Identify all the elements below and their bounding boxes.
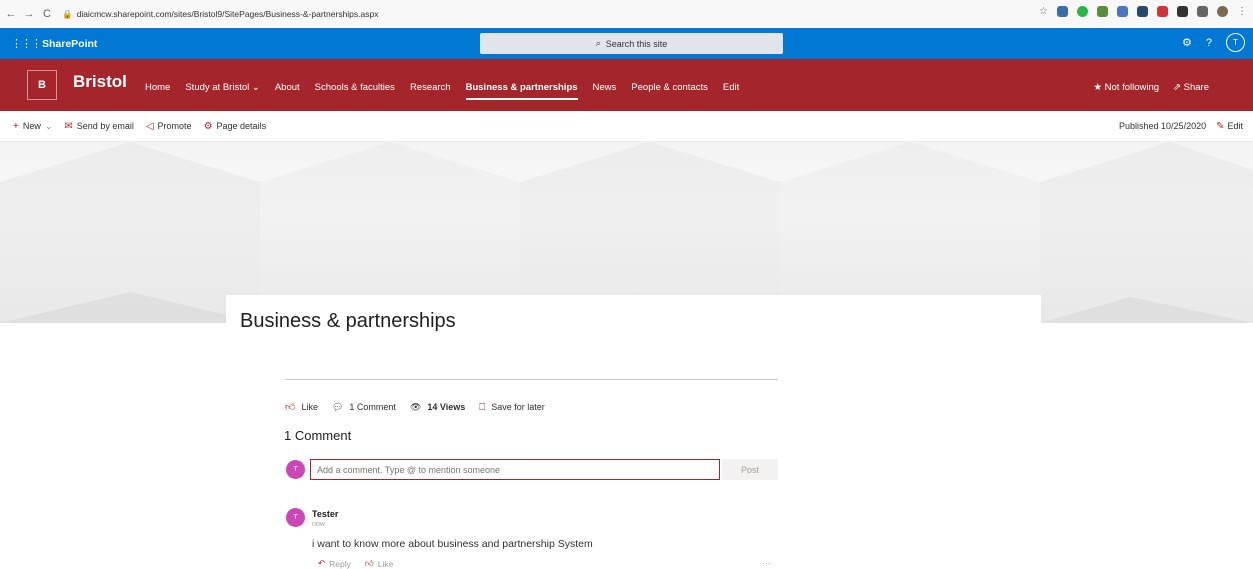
forward-icon[interactable]: → [22, 8, 36, 20]
nav-item-news[interactable]: News [593, 82, 617, 100]
share-label: Share [1183, 82, 1209, 93]
site-navigation: Home Study at Bristol ⌄ About Schools & … [145, 82, 739, 100]
nav-item-business-partnerships[interactable]: Business & partnerships [465, 82, 578, 100]
extension-icon[interactable] [1097, 6, 1108, 17]
settings-icon[interactable]: ⚙ [1182, 36, 1192, 49]
comment-actions: ↶ Reply 👍︎ Like [318, 558, 393, 569]
puzzle-icon[interactable] [1177, 6, 1188, 17]
site-logo[interactable]: B [27, 70, 57, 100]
bookmark-icon: ⎕ [479, 401, 486, 413]
edit-button[interactable]: ✎ Edit [1216, 121, 1243, 132]
star-icon[interactable]: ☆ [1039, 6, 1048, 17]
thumbs-up-icon: 👍︎ [364, 558, 374, 568]
search-box[interactable]: ⌕ Search this site [480, 33, 783, 54]
divider [285, 379, 778, 380]
back-icon[interactable]: ← [4, 8, 18, 20]
nav-item-edit[interactable]: Edit [723, 82, 739, 100]
lock-icon: 🔒 [62, 8, 73, 19]
share-button[interactable]: ⇗ Share [1173, 82, 1209, 93]
social-bar: 👍︎ Like 💬︎ 1 Comment 👁︎ 14 Views ⎕ Save for … [285, 401, 559, 414]
nav-item-about[interactable]: About [275, 82, 300, 100]
reading-list-icon[interactable] [1197, 6, 1208, 17]
chevron-down-icon: ⌄ [44, 120, 53, 131]
new-button[interactable]: + New ⌄ [13, 121, 52, 132]
address-bar[interactable]: 🔒 diaicmcw.sharepoint.com/sites/Bristol9… [62, 9, 378, 20]
search-icon: ⌕ [595, 38, 601, 48]
save-label: Save for later [491, 402, 545, 412]
mail-icon: ✉ [64, 120, 73, 132]
reply-icon: ↶ [318, 558, 326, 568]
page-details-label: Page details [216, 121, 267, 131]
gear-icon: ⚙ [203, 120, 213, 132]
follow-label: Not following [1104, 82, 1160, 93]
suite-bar: ⋮⋮⋮ SharePoint ⌕ Search this site ⚙ ? T [0, 28, 1253, 59]
nav-item-home[interactable]: Home [145, 82, 170, 100]
like-button[interactable]: 👍︎ Like [285, 401, 318, 413]
more-options-icon[interactable]: ··· [762, 558, 771, 568]
search-placeholder: Search this site [605, 38, 668, 49]
views-label: 14 Views [427, 402, 466, 412]
comment-icon: 💬︎ [331, 401, 344, 412]
send-by-email-label: Send by email [76, 121, 134, 131]
extension-icon[interactable] [1137, 6, 1148, 17]
megaphone-icon: ◁ [145, 120, 154, 132]
nav-item-people-contacts[interactable]: People & contacts [631, 82, 708, 100]
extensions-area: ☆ ⋮ [1039, 6, 1247, 17]
url-text: diaicmcw.sharepoint.com/sites/Bristol9/S… [76, 9, 379, 19]
comments-button[interactable]: 💬︎ 1 Comment [332, 402, 396, 413]
follow-button[interactable]: ★ Not following [1093, 82, 1159, 93]
avatar[interactable]: T [286, 508, 305, 527]
share-icon: ⇗ [1173, 82, 1181, 93]
star-icon: ★ [1093, 82, 1102, 93]
reload-icon[interactable]: C [40, 8, 54, 20]
edit-label: Edit [1227, 120, 1243, 131]
like-label: Like [301, 402, 318, 412]
thumbs-up-icon: 👍︎ [285, 402, 296, 413]
reply-label: Reply [329, 558, 351, 569]
comment-like-button[interactable]: 👍︎ Like [365, 558, 393, 569]
nav-item-label: Study at Bristol [185, 82, 250, 93]
comment-text: i want to know more about business and p… [312, 538, 593, 550]
user-avatar[interactable]: T [1226, 33, 1245, 52]
avatar: T [286, 460, 305, 479]
reply-button[interactable]: ↶ Reply [318, 558, 351, 569]
send-by-email-button[interactable]: ✉ Send by email [64, 121, 133, 132]
command-bar: + New ⌄ ✉ Send by email ◁ Promote ⚙ Page deta… [0, 111, 1253, 142]
page-details-button[interactable]: ⚙ Page details [204, 121, 267, 132]
sharepoint-brand[interactable]: SharePoint [42, 38, 97, 50]
comment-author[interactable]: Tester [312, 509, 338, 519]
comment-timestamp: now [312, 521, 325, 528]
comment-like-label: Like [377, 558, 394, 569]
browser-toolbar: ← → C 🔒 diaicmcw.sharepoint.com/sites/Br… [0, 0, 1253, 28]
views-count: 👁︎ 14 Views [410, 402, 465, 413]
pencil-icon: ✎ [1216, 120, 1225, 132]
page-title: Business & partnerships [240, 310, 456, 332]
eye-icon: 👁︎ [409, 401, 422, 412]
site-header: B Bristol Home Study at Bristol ⌄ About … [0, 59, 1253, 111]
published-status: Published 10/25/2020 [1119, 121, 1207, 131]
nav-item-research[interactable]: Research [410, 82, 451, 100]
promote-label: Promote [157, 121, 192, 131]
extension-icon[interactable] [1077, 6, 1088, 17]
comment-input[interactable] [310, 459, 720, 480]
app-launcher-icon[interactable]: ⋮⋮⋮ [11, 37, 42, 50]
new-label: New [22, 121, 41, 131]
help-icon[interactable]: ? [1206, 37, 1212, 49]
extension-icon[interactable] [1157, 6, 1168, 17]
save-for-later-button[interactable]: ⎕ Save for later [479, 402, 545, 413]
post-button[interactable]: Post [722, 459, 778, 480]
chevron-down-icon: ⌄ [251, 82, 260, 93]
comments-count: 1 Comment [349, 402, 396, 412]
nav-item-schools-faculties[interactable]: Schools & faculties [315, 82, 395, 100]
extension-icon[interactable] [1057, 6, 1068, 17]
plus-icon: + [13, 120, 19, 132]
promote-button[interactable]: ◁ Promote [146, 121, 192, 132]
extension-icon[interactable] [1117, 6, 1128, 17]
profile-icon[interactable] [1217, 6, 1228, 17]
site-title[interactable]: Bristol [73, 72, 127, 92]
menu-icon[interactable]: ⋮ [1237, 6, 1247, 17]
comments-heading: 1 Comment [284, 428, 352, 443]
nav-item-study-at-bristol[interactable]: Study at Bristol ⌄ [185, 82, 260, 100]
